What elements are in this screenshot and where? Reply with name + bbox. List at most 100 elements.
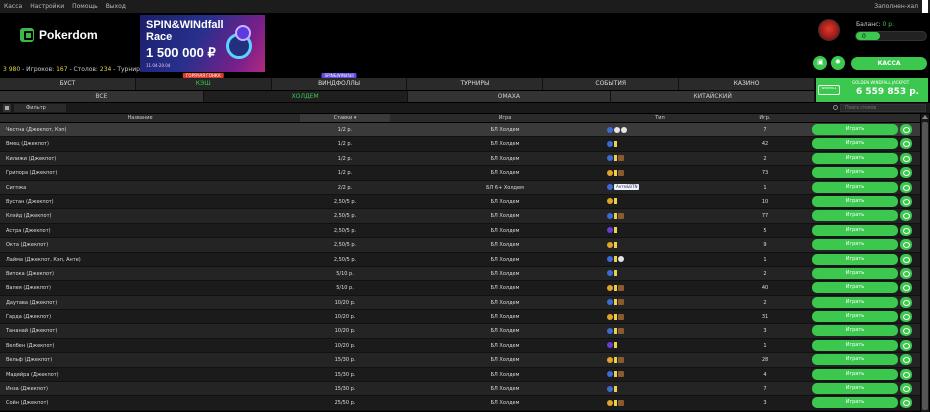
eye-icon[interactable] xyxy=(900,296,912,308)
table-row[interactable]: Витока (Джекпот) 5/10 р. БЛ Холдем 2 Играть xyxy=(0,266,920,282)
tab-omaha[interactable]: ОМАХА xyxy=(407,91,612,102)
table-row[interactable]: Гарда (Джекпот) 10/20 р. БЛ Холдем 31 Играть xyxy=(0,310,920,325)
table-row[interactable]: Честна (Джекпот, Кэп) 1/2 р. БЛ Холдем 7 Игр… xyxy=(0,123,920,138)
play-button[interactable]: Играть xyxy=(812,311,898,323)
play-button[interactable]: Играть xyxy=(812,325,898,337)
table-game: БЛ Холдем xyxy=(490,314,520,321)
column-game[interactable]: Игра xyxy=(445,114,565,122)
tab-all[interactable]: ВСЕ xyxy=(0,91,204,102)
settings-shortcut-button[interactable]: ✹ xyxy=(831,56,845,70)
table-name: Мадейра (Джекпот) xyxy=(6,371,59,378)
tab-casino[interactable]: КАЗИНО xyxy=(679,78,815,90)
balance-bar[interactable]: 0 xyxy=(855,31,927,41)
table-row[interactable]: Даутава (Джекпот) 10/20 р. БЛ Холдем 2 Играт… xyxy=(0,295,920,311)
tab-events[interactable]: СОБЫТИЯ xyxy=(543,78,680,90)
play-button[interactable]: Играть xyxy=(812,383,898,395)
table-row[interactable]: Окта (Джекпот) 2,50/5 р. БЛ Холдем 9 Играть xyxy=(0,238,920,253)
tab-windfalls[interactable]: SPIN&WINdfall ВИНДФОЛЛЫ xyxy=(271,73,408,90)
table-row[interactable]: Килижи (Джекпот) 1/2 р. БЛ Холдем 2 Играть xyxy=(0,151,920,167)
table-type xyxy=(607,137,618,151)
play-button[interactable]: Играть xyxy=(812,224,898,236)
play-button[interactable]: Играть xyxy=(812,267,898,279)
play-button[interactable]: Играть xyxy=(812,397,898,409)
eye-icon[interactable] xyxy=(900,138,912,150)
eye-icon[interactable] xyxy=(900,267,912,279)
eye-icon[interactable] xyxy=(900,239,912,251)
table-row[interactable]: Тананай (Джекпот) 10/20 р. БЛ Холдем 3 Играт… xyxy=(0,324,920,339)
eye-icon[interactable] xyxy=(900,167,912,179)
scrollbar[interactable] xyxy=(921,114,929,412)
eye-icon[interactable] xyxy=(900,354,912,366)
eye-icon[interactable] xyxy=(900,124,912,135)
eye-icon[interactable] xyxy=(900,282,912,294)
eye-icon[interactable] xyxy=(900,224,912,236)
tab-boost[interactable]: БУСТ xyxy=(0,78,136,90)
play-button[interactable]: Играть xyxy=(812,253,898,265)
table-row[interactable]: Сигпжа 2/2 р. БЛ 6+ Холдем Анте&BTN 1 Играть xyxy=(0,180,920,195)
table-row[interactable]: Мадейра (Джекпот) 15/30 р. БЛ Холдем 4 Играт… xyxy=(0,367,920,383)
eye-icon[interactable] xyxy=(900,311,912,323)
play-button[interactable]: Играть xyxy=(812,368,898,380)
eye-icon[interactable] xyxy=(900,383,912,395)
table-row[interactable]: Лайма (Джекпот, Кэп, Анте) 2,50/5 р. БЛ Хо… xyxy=(0,252,920,267)
eye-icon[interactable] xyxy=(900,195,912,207)
play-button[interactable]: Играть xyxy=(812,210,898,222)
play-button[interactable]: Играть xyxy=(812,296,898,308)
search-input[interactable] xyxy=(840,104,926,112)
scroll-thumb[interactable] xyxy=(922,122,928,410)
eye-icon[interactable] xyxy=(900,397,912,409)
kassa-button[interactable]: КАССА xyxy=(851,57,927,70)
avatar[interactable] xyxy=(818,19,840,41)
eye-icon[interactable] xyxy=(900,152,912,164)
table-row[interactable]: Валея (Джекпот) 5/10 р. БЛ Холдем 40 Играть xyxy=(0,281,920,296)
play-button[interactable]: Играть xyxy=(812,124,898,135)
play-button[interactable]: Играть xyxy=(812,195,898,207)
table-row[interactable]: Вельф (Джекпот) 15/30 р. БЛ Холдем 28 Играть xyxy=(0,353,920,368)
table-row[interactable]: Велбен (Джекпот) 10/20 р. БЛ Холдем 1 Играть xyxy=(0,338,920,354)
table-row[interactable]: Астра (Джекпот) 2,50/5 р. БЛ Холдем 5 Играть xyxy=(0,223,920,239)
play-button[interactable]: Играть xyxy=(812,167,898,179)
play-button[interactable]: Играть xyxy=(812,239,898,251)
menu-item-kassa[interactable]: Касса xyxy=(0,3,26,10)
eye-icon[interactable] xyxy=(900,339,912,351)
jackpot-widget[interactable]: WINDFALL GOLDEN WINDFALL JACKPOT 6 559 8… xyxy=(816,78,928,102)
eye-icon[interactable] xyxy=(900,325,912,337)
play-button[interactable]: Играть xyxy=(812,152,898,164)
table-row[interactable]: Вмец (Джекпот) 1/2 р. БЛ Холдем 42 Играть xyxy=(0,137,920,152)
promo-banner[interactable]: SPIN&WINdfall Race 1 500 000 ₽ 11.04-20.… xyxy=(140,15,265,72)
table-row[interactable]: Сойн (Джекпот) 25/50 р. БЛ Холдем 3 Играть xyxy=(0,396,920,411)
table-row[interactable]: Грипора (Джекпот) 1/2 р. БЛ Холдем 73 Играть xyxy=(0,166,920,181)
play-button[interactable]: Играть xyxy=(812,339,898,351)
cashier-shortcut-button[interactable]: ▣ xyxy=(813,56,827,70)
table-type xyxy=(607,310,625,324)
eye-icon[interactable] xyxy=(900,253,912,265)
logo[interactable]: Pokerdom xyxy=(20,28,98,42)
eye-icon[interactable] xyxy=(900,181,912,193)
table-type xyxy=(607,339,618,353)
eye-icon[interactable] xyxy=(900,210,912,222)
table-row[interactable]: Клэйд (Джекпот) 2,50/5 р. БЛ Холдем 77 Играт… xyxy=(0,209,920,224)
column-type[interactable]: Тип xyxy=(600,114,720,122)
column-name[interactable]: Название xyxy=(60,114,220,122)
eye-icon[interactable] xyxy=(900,368,912,380)
play-button[interactable]: Играть xyxy=(812,282,898,294)
column-players[interactable]: Игр. xyxy=(735,114,795,122)
tab-holdem[interactable]: ХОЛДЕМ xyxy=(203,91,408,102)
table-row[interactable]: Вустан (Джекпот) 2,50/5 р. БЛ Холдем 10 Игра… xyxy=(0,194,920,210)
menu-item-help[interactable]: Помощь xyxy=(68,3,102,10)
menu-item-exit[interactable]: Выход xyxy=(102,3,130,10)
tab-chinese[interactable]: КИТАЙСКИЙ xyxy=(611,91,815,102)
table-stakes: 1/2 р. xyxy=(337,170,353,177)
play-button[interactable]: Играть xyxy=(812,138,898,150)
play-button[interactable]: Играть xyxy=(812,181,898,193)
tab-cash[interactable]: ГОРЯЧАЯ ГОНКА КЭШ xyxy=(135,73,272,90)
window-grip[interactable] xyxy=(922,0,928,13)
scroll-up-icon[interactable] xyxy=(922,115,928,119)
menu-item-settings[interactable]: Настройки xyxy=(26,3,68,10)
column-stakes[interactable]: Ставки ▾ xyxy=(300,114,390,122)
table-row[interactable]: Инза (Джекпот) 15/30 р. БЛ Холдем 7 Играть xyxy=(0,382,920,397)
settings-toggle-button[interactable] xyxy=(3,104,11,112)
tab-tournaments[interactable]: ТУРНИРЫ xyxy=(407,78,544,90)
filter-button[interactable]: Фильтр xyxy=(14,104,66,112)
play-button[interactable]: Играть xyxy=(812,354,898,366)
